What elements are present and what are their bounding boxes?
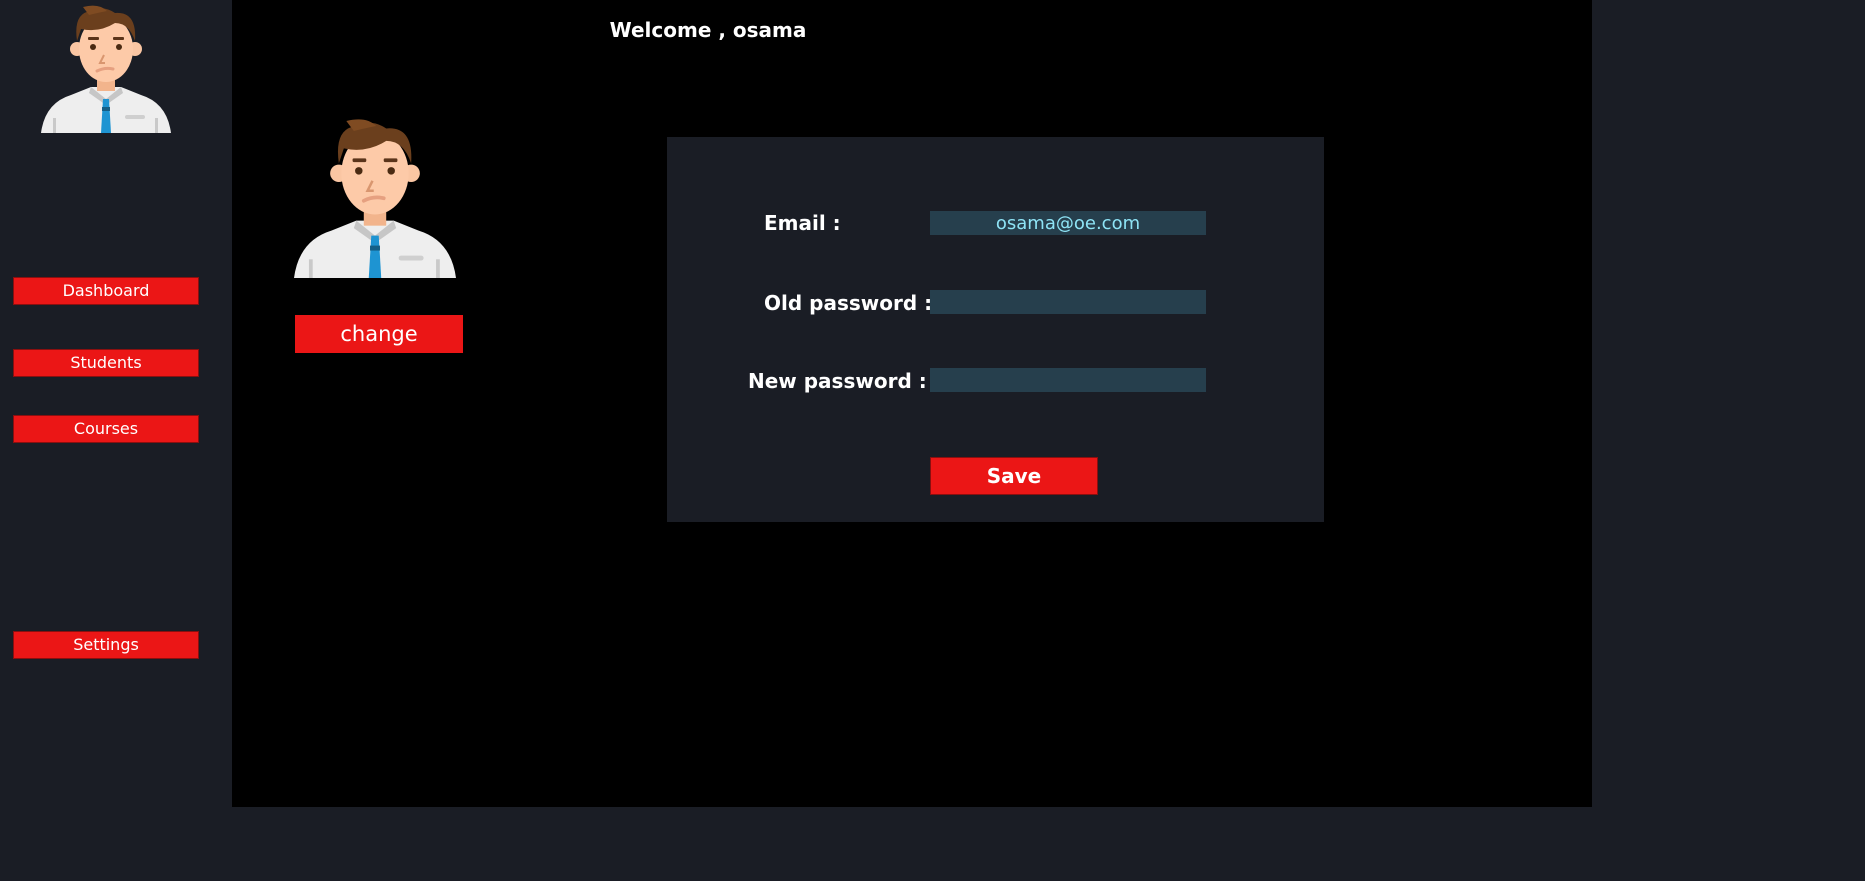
profile-avatar-icon xyxy=(294,112,456,282)
students-button[interactable]: Students xyxy=(13,349,199,377)
welcome-title: Welcome , osama xyxy=(609,18,807,42)
save-button[interactable]: Save xyxy=(930,457,1098,495)
sidebar: Dashboard Students Courses Settings xyxy=(0,0,232,881)
email-label: Email : xyxy=(764,211,841,235)
old-password-field[interactable] xyxy=(930,290,1206,314)
settings-button[interactable]: Settings xyxy=(13,631,199,659)
dashboard-button[interactable]: Dashboard xyxy=(13,277,199,305)
email-field[interactable] xyxy=(930,211,1206,235)
old-password-label: Old password : xyxy=(764,291,933,315)
new-password-field[interactable] xyxy=(930,368,1206,392)
change-avatar-button[interactable]: change xyxy=(295,315,463,353)
new-password-label: New password : xyxy=(748,369,927,393)
courses-button[interactable]: Courses xyxy=(13,415,199,443)
